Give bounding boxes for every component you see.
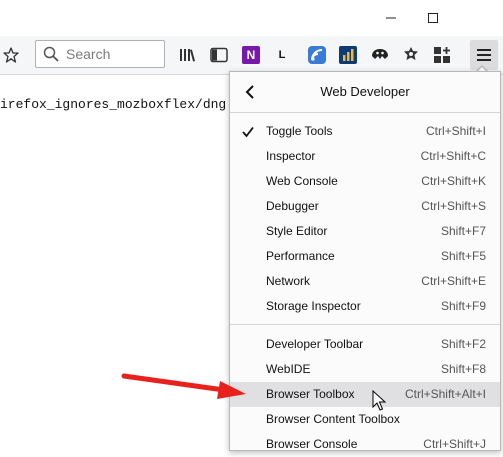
menu-item-label: Inspector [266, 149, 316, 163]
menu-item-shortcut: Shift+F7 [440, 224, 486, 238]
nav-toolbar: N L [0, 36, 503, 75]
notifications-icon[interactable] [399, 43, 423, 67]
menu-item[interactable]: WebIDE Shift+F8 [230, 357, 500, 382]
menu-item[interactable]: Storage Inspector Shift+F9 [230, 294, 500, 319]
panel-title: Web Developer [320, 84, 410, 99]
bookmark-star-icon[interactable] [0, 41, 22, 69]
panel-header: Web Developer [230, 72, 500, 112]
add-ons-icon[interactable] [430, 43, 454, 67]
menu-item[interactable]: Browser Content Toolbox [230, 407, 500, 432]
feedly-icon[interactable] [305, 43, 329, 67]
menu-item-label: Browser Toolbox [266, 387, 355, 401]
maximize-icon[interactable] [410, 0, 456, 36]
title-bar [0, 0, 503, 36]
menu-item-shortcut: Ctrl+Shift+C [420, 149, 486, 163]
menu-item-label: Style Editor [266, 224, 328, 238]
checkmark-icon [242, 119, 256, 144]
menu-item[interactable]: Debugger Ctrl+Shift+S [230, 194, 500, 219]
menu-item-shortcut: Ctrl+Shift+E [421, 274, 486, 288]
menu-item[interactable]: Browser Toolbox Ctrl+Shift+Alt+I [230, 382, 500, 407]
panel-separator [230, 112, 500, 113]
menu-item-shortcut: Shift+F9 [440, 299, 486, 313]
menu-item-shortcut: Ctrl+Shift+S [421, 199, 486, 213]
mouse-cursor-icon [372, 390, 387, 411]
menu-item-shortcut: Shift+F5 [440, 249, 486, 263]
page-text: irefox_ignores_mozboxflex/dng [0, 97, 227, 112]
menu-item[interactable]: Developer Toolbar Shift+F2 [230, 332, 500, 357]
menu-item[interactable]: Network Ctrl+Shift+E [230, 269, 500, 294]
menu-item-shortcut: Ctrl+Shift+I [425, 124, 486, 138]
menu-item-shortcut: Shift+F8 [440, 362, 486, 376]
back-chevron-icon[interactable] [238, 80, 262, 104]
pocket-icon[interactable] [368, 43, 392, 67]
menu-item-label: Developer Toolbar [266, 337, 364, 351]
menu-item-label: Toggle Tools [266, 124, 333, 138]
panel-separator [230, 324, 500, 325]
menu-item-label: Web Console [266, 174, 338, 188]
menu-item-label: Debugger [266, 199, 319, 213]
minimize-icon[interactable] [368, 0, 414, 36]
search-box[interactable] [35, 40, 165, 68]
menu-item-label: WebIDE [266, 362, 311, 376]
sidebar-icon[interactable] [207, 43, 231, 67]
menu-item[interactable]: Inspector Ctrl+Shift+C [230, 144, 500, 169]
onenote-icon[interactable]: N [239, 43, 263, 67]
menu-item-shortcut: Ctrl+Shift+K [421, 174, 486, 188]
annotation-arrow [121, 373, 246, 399]
menu-item-shortcut: Shift+F2 [440, 337, 486, 351]
menu-item-label: Network [266, 274, 311, 288]
library-icon[interactable] [176, 43, 200, 67]
analytics-icon[interactable] [336, 43, 360, 67]
search-icon [36, 46, 66, 62]
menu-item[interactable]: Performance Shift+F5 [230, 244, 500, 269]
menu-item[interactable]: Toggle Tools Ctrl+Shift+I [230, 119, 500, 144]
menu-item-label: Performance [266, 249, 335, 263]
menu-item-shortcut: Ctrl+Shift+Alt+I [404, 387, 486, 401]
search-input[interactable] [66, 43, 158, 65]
menu-item[interactable]: Web Console Ctrl+Shift+K [230, 169, 500, 194]
menu-item-label: Storage Inspector [266, 299, 361, 313]
menu-item[interactable]: Style Editor Shift+F7 [230, 219, 500, 244]
lastpass-icon[interactable]: L [270, 43, 294, 67]
web-developer-panel: Web Developer Toggle Tools Ctrl+Shift+I In… [229, 71, 501, 451]
